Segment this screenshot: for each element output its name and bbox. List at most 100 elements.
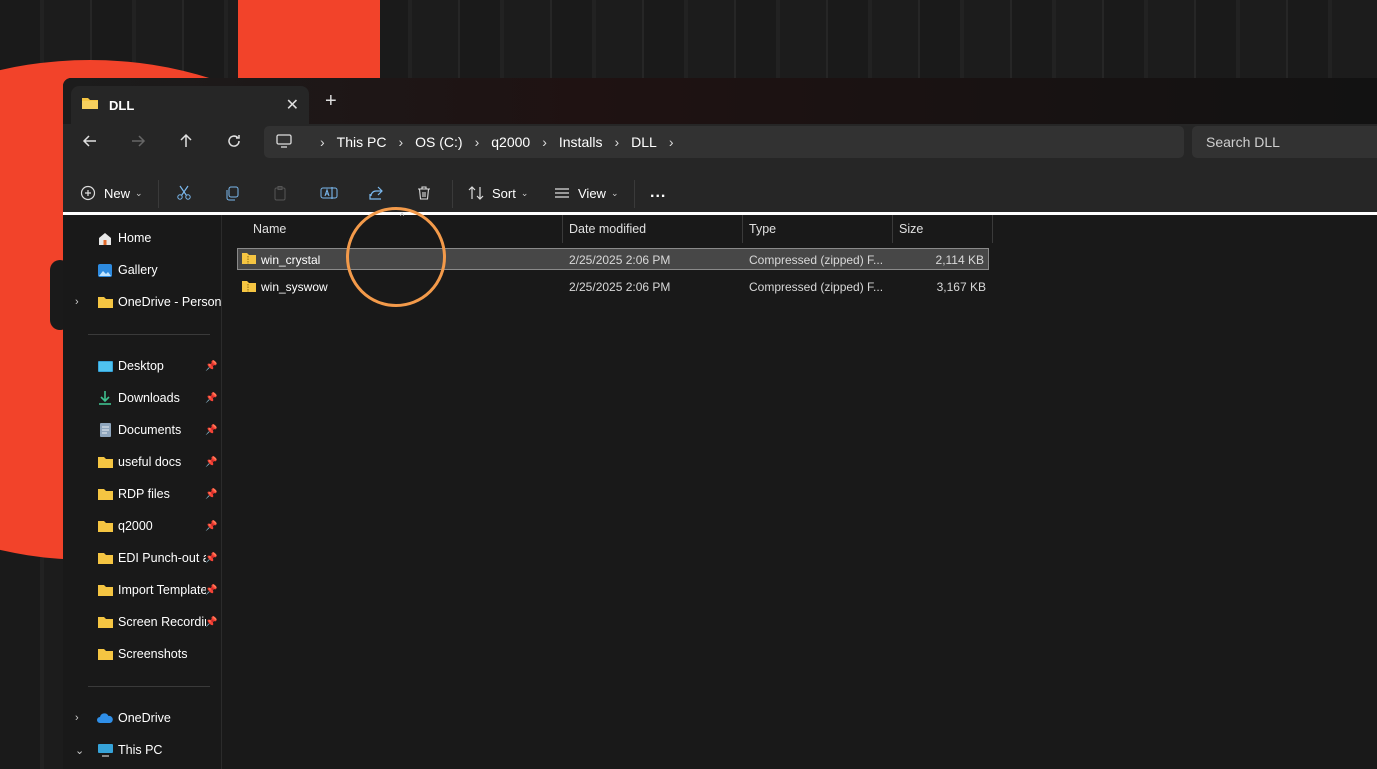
sidebar-item-import-template[interactable]: Import Template 📌 [63,578,221,602]
sidebar-item-home[interactable]: Home [63,226,221,250]
more-icon: ... [650,184,667,201]
pin-icon[interactable]: 📌 [205,521,217,532]
column-header-size[interactable]: Size [899,215,989,243]
delete-button[interactable] [416,174,432,212]
download-icon [96,390,114,406]
column-divider[interactable] [742,215,743,243]
share-button[interactable] [368,174,384,212]
toolbar-divider [452,180,453,208]
file-row-win-crystal[interactable]: win_crystal 2/25/2025 2:06 PM Compressed… [237,248,989,270]
pin-icon[interactable]: 📌 [205,361,217,372]
chevron-right-icon[interactable]: › [75,712,79,724]
share-icon [369,186,383,200]
title-bar: DLL ✕ + [63,78,1377,124]
column-header-type[interactable]: Type [749,215,889,243]
column-divider[interactable] [992,215,993,243]
sidebar-item-label: This PC [118,743,163,757]
more-options-button[interactable]: ... [650,174,666,212]
file-date: 2/25/2025 2:06 PM [569,253,671,267]
up-arrow-icon [180,133,192,147]
monitor-icon [276,133,292,151]
column-label: Size [899,222,924,236]
column-label: Date modified [569,222,647,236]
chevron-right-icon[interactable]: › [75,296,79,308]
breadcrumb-os-c[interactable]: OS (C:) [415,134,462,150]
search-placeholder: Search DLL [1206,134,1280,150]
address-bar[interactable]: › This PC › OS (C:) › q2000 › Installs ›… [264,126,1184,158]
refresh-button[interactable] [219,126,249,156]
sort-ascending-icon: ^ [400,211,405,221]
breadcrumb: › This PC › OS (C:) › q2000 › Installs ›… [308,134,685,150]
pin-icon[interactable]: 📌 [205,617,217,628]
sidebar-item-label: q2000 [118,519,153,533]
pin-icon[interactable]: 📌 [205,393,217,404]
sidebar-item-downloads[interactable]: Downloads 📌 [63,386,221,410]
breadcrumb-dll[interactable]: DLL [631,134,657,150]
chevron-right-icon[interactable]: › [669,134,674,150]
sidebar-item-documents[interactable]: Documents 📌 [63,418,221,442]
sidebar-item-onedrive-personal[interactable]: › OneDrive - Persona [63,290,221,314]
pin-icon[interactable]: 📌 [205,425,217,436]
pin-icon[interactable]: 📌 [205,489,217,500]
chevron-right-icon[interactable]: › [542,134,547,150]
up-button[interactable] [171,126,201,156]
sidebar-item-screenshots[interactable]: Screenshots [63,642,221,666]
sidebar-item-edi-punch-out[interactable]: EDI Punch-out a 📌 [63,546,221,570]
breadcrumb-this-pc[interactable]: This PC [337,134,387,150]
sidebar-item-rdp-files[interactable]: RDP files 📌 [63,482,221,506]
folder-icon [96,518,114,534]
copy-icon [226,186,239,201]
back-button[interactable] [75,126,105,156]
back-arrow-icon [82,135,96,147]
sidebar-item-gallery[interactable]: Gallery [63,258,221,282]
chevron-down-icon[interactable]: ⌄ [75,744,84,757]
folder-icon [96,646,114,662]
forward-button[interactable] [123,126,153,156]
sidebar-item-screen-recordings[interactable]: Screen Recordin 📌 [63,610,221,634]
file-explorer-window: DLL ✕ + › This PC › OS (C:) › q2000 › In… [63,78,1377,769]
sidebar-item-useful-docs[interactable]: useful docs 📌 [63,450,221,474]
sidebar-item-label: EDI Punch-out a [118,551,206,565]
new-tab-button[interactable]: + [325,90,337,113]
sidebar-item-this-pc[interactable]: ⌄ This PC [63,738,221,762]
chevron-right-icon[interactable]: › [398,134,403,150]
sidebar-item-label: Downloads [118,391,180,405]
pin-icon[interactable]: 📌 [205,553,217,564]
column-label: Type [749,222,777,236]
toolbar-divider [634,180,635,208]
chevron-right-icon[interactable]: › [320,134,325,150]
file-date: 2/25/2025 2:06 PM [569,280,671,294]
cut-button[interactable] [176,174,192,212]
file-type: Compressed (zipped) F... [749,280,884,294]
navigation-pane: Home Gallery › OneDrive - Persona Deskto… [63,215,222,769]
tab-dll[interactable]: DLL ✕ [71,86,309,124]
cloud-icon [96,710,114,726]
sidebar-item-label: Home [118,231,152,245]
close-tab-icon[interactable]: ✕ [286,95,299,115]
sidebar-item-onedrive[interactable]: › OneDrive [63,706,221,730]
breadcrumb-q2000[interactable]: q2000 [491,134,530,150]
folder-icon [96,294,114,310]
navigation-bar: › This PC › OS (C:) › q2000 › Installs ›… [63,124,1377,174]
sort-button[interactable]: Sort ⌄ [468,174,528,212]
file-row-win-syswow[interactable]: win_syswow 2/25/2025 2:06 PM Compressed … [237,276,989,298]
pin-icon[interactable]: 📌 [205,585,217,596]
sidebar-item-q2000[interactable]: q2000 📌 [63,514,221,538]
copy-button[interactable] [224,174,240,212]
new-label: New [104,185,131,201]
sidebar-item-label: Screen Recordin [118,615,206,629]
chevron-right-icon[interactable]: › [475,134,480,150]
column-divider[interactable] [892,215,893,243]
column-divider[interactable] [562,215,563,243]
sidebar-item-desktop[interactable]: Desktop 📌 [63,354,221,378]
view-button[interactable]: View ⌄ [554,174,619,212]
column-header-date-modified[interactable]: Date modified [569,215,739,243]
pin-icon[interactable]: 📌 [205,457,217,468]
breadcrumb-installs[interactable]: Installs [559,134,603,150]
paste-button[interactable] [272,174,288,212]
search-input[interactable]: Search DLL [1192,126,1377,158]
column-header-name[interactable]: Name [253,215,561,243]
new-button[interactable]: New ⌄ [80,174,143,212]
rename-button[interactable] [320,174,338,212]
chevron-right-icon[interactable]: › [614,134,619,150]
